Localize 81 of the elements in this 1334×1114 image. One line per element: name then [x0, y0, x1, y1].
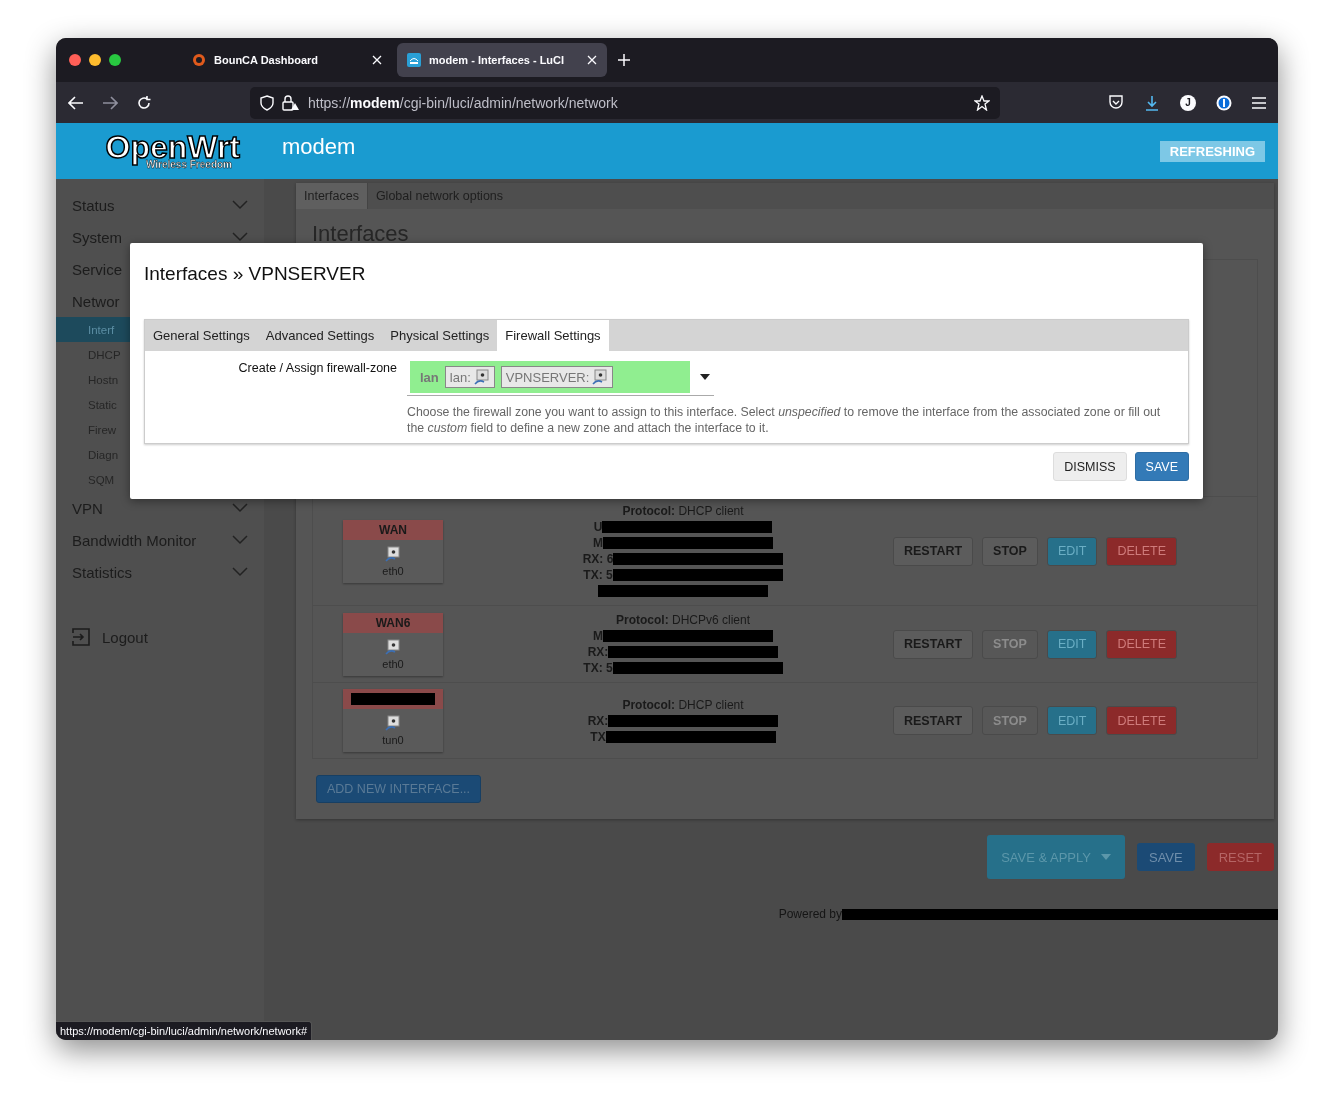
back-icon[interactable] [68, 95, 84, 110]
bookmark-star-icon[interactable] [974, 94, 990, 111]
network-port-icon [385, 715, 401, 731]
restart-button[interactable]: RESTART [893, 629, 974, 659]
restart-button[interactable]: RESTART [893, 536, 974, 566]
chevron-down-icon [232, 535, 248, 545]
delete-button[interactable]: DELETE [1106, 629, 1178, 659]
forward-icon[interactable] [102, 95, 118, 110]
network-port-icon [385, 545, 401, 562]
dropdown-caret-icon[interactable] [700, 374, 710, 380]
chevron-down-icon [232, 200, 248, 210]
edit-button[interactable]: EDIT [1046, 536, 1098, 566]
window-control-icon[interactable] [89, 54, 101, 66]
tab-favicon-icon [407, 53, 421, 67]
status-badge: REFRESHING [1159, 140, 1265, 162]
device-name: eth0 [382, 564, 404, 577]
edit-button[interactable]: EDIT [1046, 629, 1098, 659]
edit-button[interactable]: EDIT [1046, 706, 1098, 735]
dismiss-button[interactable]: DISMISS [1053, 452, 1127, 481]
browser-tab[interactable]: BounCA Dashboard [182, 43, 392, 77]
info-label: M [593, 629, 603, 643]
info-label: Protocol: [615, 613, 669, 627]
field-description: Choose the firewall zone you want to assign to this interface. Select unspecified to remove the interface from the associated zone or fill out the custom field to define a new zone and attach the interface to it. [407, 404, 1162, 436]
caret-icon [1101, 854, 1111, 860]
interface-name: WAN6 [343, 612, 443, 633]
stop-button[interactable]: STOP [982, 536, 1038, 566]
network-port-icon [592, 369, 609, 385]
info-label: RX: [587, 645, 609, 659]
page-tab[interactable]: Interfaces [296, 183, 368, 209]
info-label: Protocol: [622, 697, 676, 712]
save-button[interactable]: SAVE [1134, 452, 1189, 481]
chevron-down-icon [232, 232, 248, 242]
info-label: RX: 6 [582, 552, 614, 566]
chevron-down-icon [232, 503, 248, 513]
window-control-icon[interactable] [69, 54, 81, 66]
save-button[interactable]: SAVE [1137, 843, 1195, 871]
status-url: https://modem/cgi-bin/luci/admin/network/network# [56, 1021, 312, 1040]
settings-tab[interactable]: Physical Settings [382, 320, 498, 351]
restart-button[interactable]: RESTART [893, 706, 974, 735]
device-name: eth0 [382, 657, 404, 670]
close-icon[interactable] [372, 55, 382, 65]
reload-icon[interactable] [136, 94, 152, 111]
network-port-icon [385, 638, 401, 655]
pocket-icon[interactable] [1108, 95, 1124, 110]
browser-tab[interactable]: modem - Interfaces - LuCI [397, 43, 607, 77]
address-bar[interactable]: https://modem/cgi-bin/luci/admin/network/network [250, 86, 1000, 119]
add-interface-button[interactable]: ADD NEW INTERFACE... [316, 775, 482, 803]
info-label: TX: 5 [583, 661, 613, 675]
close-icon[interactable] [587, 55, 597, 65]
chevron-down-icon [232, 567, 248, 577]
settings-tab[interactable]: Firewall Settings [497, 320, 609, 351]
zone-select[interactable]: lan lan: VPNSERVER: [407, 361, 714, 396]
window-control-icon[interactable] [109, 54, 121, 66]
reset-button[interactable]: RESET [1206, 843, 1275, 871]
menu-icon[interactable] [1252, 96, 1266, 109]
settings-tab[interactable]: General Settings [145, 320, 258, 351]
device-name: tun0 [382, 734, 404, 746]
info-value: DHCPv6 client [671, 613, 750, 627]
info-value: DHCP client [677, 697, 744, 712]
interface-name: WAN [343, 519, 443, 540]
tab-favicon-icon [192, 53, 206, 67]
download-icon[interactable] [1144, 94, 1160, 111]
settings-tab[interactable]: Advanced Settings [257, 320, 383, 351]
info-label: TX [590, 729, 606, 744]
info-label: RX: [587, 713, 609, 728]
delete-button[interactable]: DELETE [1106, 536, 1178, 566]
lock-warning-icon[interactable] [282, 94, 300, 111]
field-label: Create / Assign firewall-zone [237, 361, 398, 377]
hostname[interactable]: modem [282, 134, 356, 160]
info-value: DHCP client [677, 504, 744, 518]
new-tab-icon[interactable] [617, 53, 631, 67]
network-port-icon [473, 369, 490, 385]
account-avatar[interactable]: J [1180, 94, 1196, 111]
modal-title: Interfaces » VPNSERVER [144, 263, 367, 285]
info-label: M [593, 536, 603, 550]
delete-button[interactable]: DELETE [1106, 706, 1178, 735]
shield-icon[interactable] [260, 94, 274, 111]
info-label: Protocol: [622, 504, 676, 518]
password-manager-icon[interactable] [1216, 94, 1232, 111]
info-label: TX: 5 [583, 568, 613, 582]
info-label: U [593, 520, 603, 534]
